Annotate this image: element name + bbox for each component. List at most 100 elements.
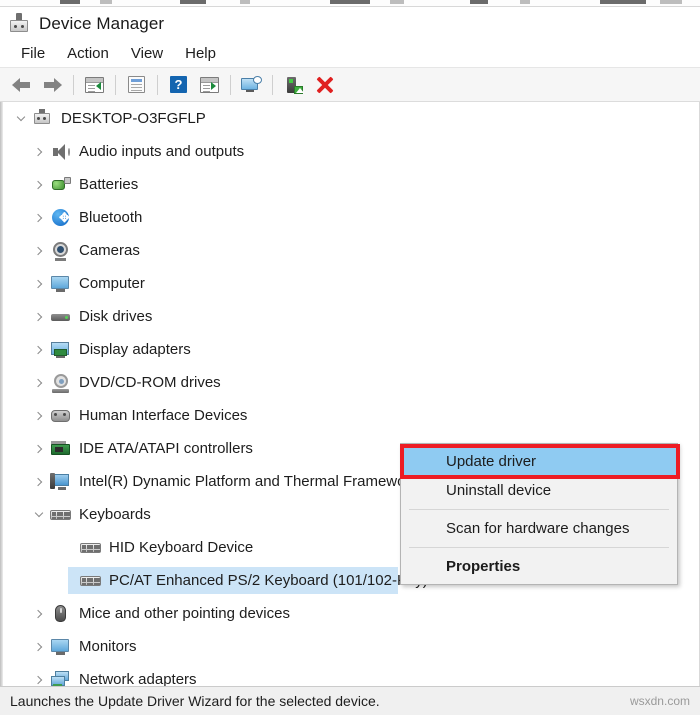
properties-document-icon [128, 76, 145, 93]
tree-item-label: Batteries [79, 175, 139, 193]
context-menu-item-update-driver[interactable]: Update driver [401, 447, 677, 476]
tree-item-label: Network adapters [79, 670, 197, 687]
tree-item-label: PC/AT Enhanced PS/2 Keyboard (101/102-Ke… [109, 571, 428, 589]
menu-help[interactable]: Help [174, 43, 227, 64]
tree-item-display-adapters[interactable]: Display adapters [0, 333, 699, 366]
chevron-down-icon[interactable] [10, 102, 32, 135]
context-menu-item-properties[interactable]: Properties [401, 552, 677, 581]
tree-item-batteries[interactable]: Batteries [0, 168, 699, 201]
chevron-right-icon[interactable] [28, 465, 50, 498]
properties-button[interactable] [121, 71, 152, 99]
tree-item-computer[interactable]: Computer [0, 267, 699, 300]
cut-off-window-strip [0, 0, 700, 7]
show-hide-console-tree-button[interactable] [79, 71, 110, 99]
menu-action[interactable]: Action [56, 43, 120, 64]
forward-arrow-icon [43, 77, 62, 92]
chevron-right-icon[interactable] [28, 300, 50, 333]
toolbar: ? [0, 68, 700, 102]
tree-item-label: Bluetooth [79, 208, 143, 226]
toolbar-separator [230, 74, 231, 95]
context-menu-separator [409, 547, 669, 548]
keyboard-icon [50, 505, 72, 525]
monitor-icon [50, 637, 72, 657]
help-question-icon: ? [170, 76, 187, 93]
tree-indent-spacer [58, 564, 80, 597]
context-menu-item-scan-for-hardware-changes[interactable]: Scan for hardware changes [401, 514, 677, 543]
tree-item-label: Disk drives [79, 307, 153, 325]
context-menu-separator [409, 509, 669, 510]
tree-item-cameras[interactable]: Cameras [0, 234, 699, 267]
watermark: wsxdn.com [629, 694, 690, 708]
keyboard-icon [80, 538, 102, 558]
context-menu-item-uninstall-device[interactable]: Uninstall device [401, 476, 677, 505]
chevron-right-icon[interactable] [28, 168, 50, 201]
tree-item-label: HID Keyboard Device [109, 538, 254, 556]
tree-item-label: Cameras [79, 241, 140, 259]
tree-item-label: Mice and other pointing devices [79, 604, 290, 622]
red-x-icon [316, 76, 334, 94]
tree-item-mice-and-other-pointing-devices[interactable]: Mice and other pointing devices [0, 597, 699, 630]
tree-item-network-adapters[interactable]: Network adapters [0, 663, 699, 686]
chevron-down-icon[interactable] [28, 498, 50, 531]
show-hide-action-pane-button[interactable] [194, 71, 225, 99]
scan-monitor-icon [241, 76, 262, 93]
chevron-right-icon[interactable] [28, 630, 50, 663]
device-manager-icon [9, 13, 30, 34]
tree-item-label: Intel(R) Dynamic Platform and Thermal Fr… [79, 472, 418, 490]
tree-item-label: Keyboards [79, 505, 151, 523]
display-adapter-icon [50, 340, 72, 360]
menu-view[interactable]: View [120, 43, 174, 64]
tree-rows-container: Audio inputs and outputs Batteries ✥ Blueto… [0, 135, 699, 686]
chevron-right-icon[interactable] [28, 333, 50, 366]
chevron-right-icon[interactable] [28, 597, 50, 630]
status-bar: Launches the Update Driver Wizard for th… [0, 686, 700, 715]
menu-bar: File Action View Help [0, 40, 700, 68]
tree-item-label: Human Interface Devices [79, 406, 248, 424]
chevron-right-icon[interactable] [28, 201, 50, 234]
tree-item-dvd-cd-rom-drives[interactable]: DVD/CD-ROM drives [0, 366, 699, 399]
action-pane-icon [200, 76, 219, 93]
tree-indent-spacer [58, 531, 80, 564]
tree-item-audio-inputs-and-outputs[interactable]: Audio inputs and outputs [0, 135, 699, 168]
menu-file[interactable]: File [10, 43, 56, 64]
title-bar: Device Manager [0, 7, 700, 40]
context-menu[interactable]: Update driver Uninstall device Scan for … [400, 443, 678, 585]
ide-controller-icon [50, 439, 72, 459]
chevron-right-icon[interactable] [28, 663, 50, 686]
back-arrow-icon [12, 77, 31, 92]
tree-root-row[interactable]: DESKTOP-O3FGFLP [0, 102, 699, 135]
tree-item-label: Audio inputs and outputs [79, 142, 245, 160]
help-button[interactable]: ? [163, 71, 194, 99]
context-menu-label: Update driver [446, 453, 537, 470]
toolbar-separator [115, 74, 116, 95]
scan-for-hardware-changes-button[interactable] [236, 71, 267, 99]
intel-platform-icon [50, 472, 72, 492]
console-tree-icon [85, 76, 104, 93]
forward-button[interactable] [37, 71, 68, 99]
chevron-right-icon[interactable] [28, 399, 50, 432]
bluetooth-icon: ✥ [50, 208, 72, 228]
tree-item-human-interface-devices[interactable]: Human Interface Devices [0, 399, 699, 432]
chevron-right-icon[interactable] [28, 432, 50, 465]
window-title: Device Manager [39, 13, 165, 33]
chevron-right-icon[interactable] [28, 366, 50, 399]
chevron-right-icon[interactable] [28, 267, 50, 300]
tree-item-bluetooth[interactable]: ✥ Bluetooth [0, 201, 699, 234]
tree-item-label: Display adapters [79, 340, 191, 358]
uninstall-device-button[interactable] [309, 71, 340, 99]
device-tree[interactable]: DESKTOP-O3FGFLP Audio inputs and outputs… [0, 102, 700, 686]
status-text: Launches the Update Driver Wizard for th… [10, 693, 380, 709]
human-interface-icon [50, 406, 72, 426]
back-button[interactable] [6, 71, 37, 99]
computer-icon [50, 274, 72, 294]
update-driver-button[interactable] [278, 71, 309, 99]
chevron-right-icon[interactable] [28, 234, 50, 267]
mouse-icon [50, 604, 72, 624]
dvd-drive-icon [50, 373, 72, 393]
tree-item-disk-drives[interactable]: Disk drives [0, 300, 699, 333]
context-menu-label: Scan for hardware changes [446, 520, 630, 537]
tree-item-monitors[interactable]: Monitors [0, 630, 699, 663]
computer-root-icon [32, 108, 54, 129]
keyboard-icon [80, 571, 102, 591]
chevron-right-icon[interactable] [28, 135, 50, 168]
